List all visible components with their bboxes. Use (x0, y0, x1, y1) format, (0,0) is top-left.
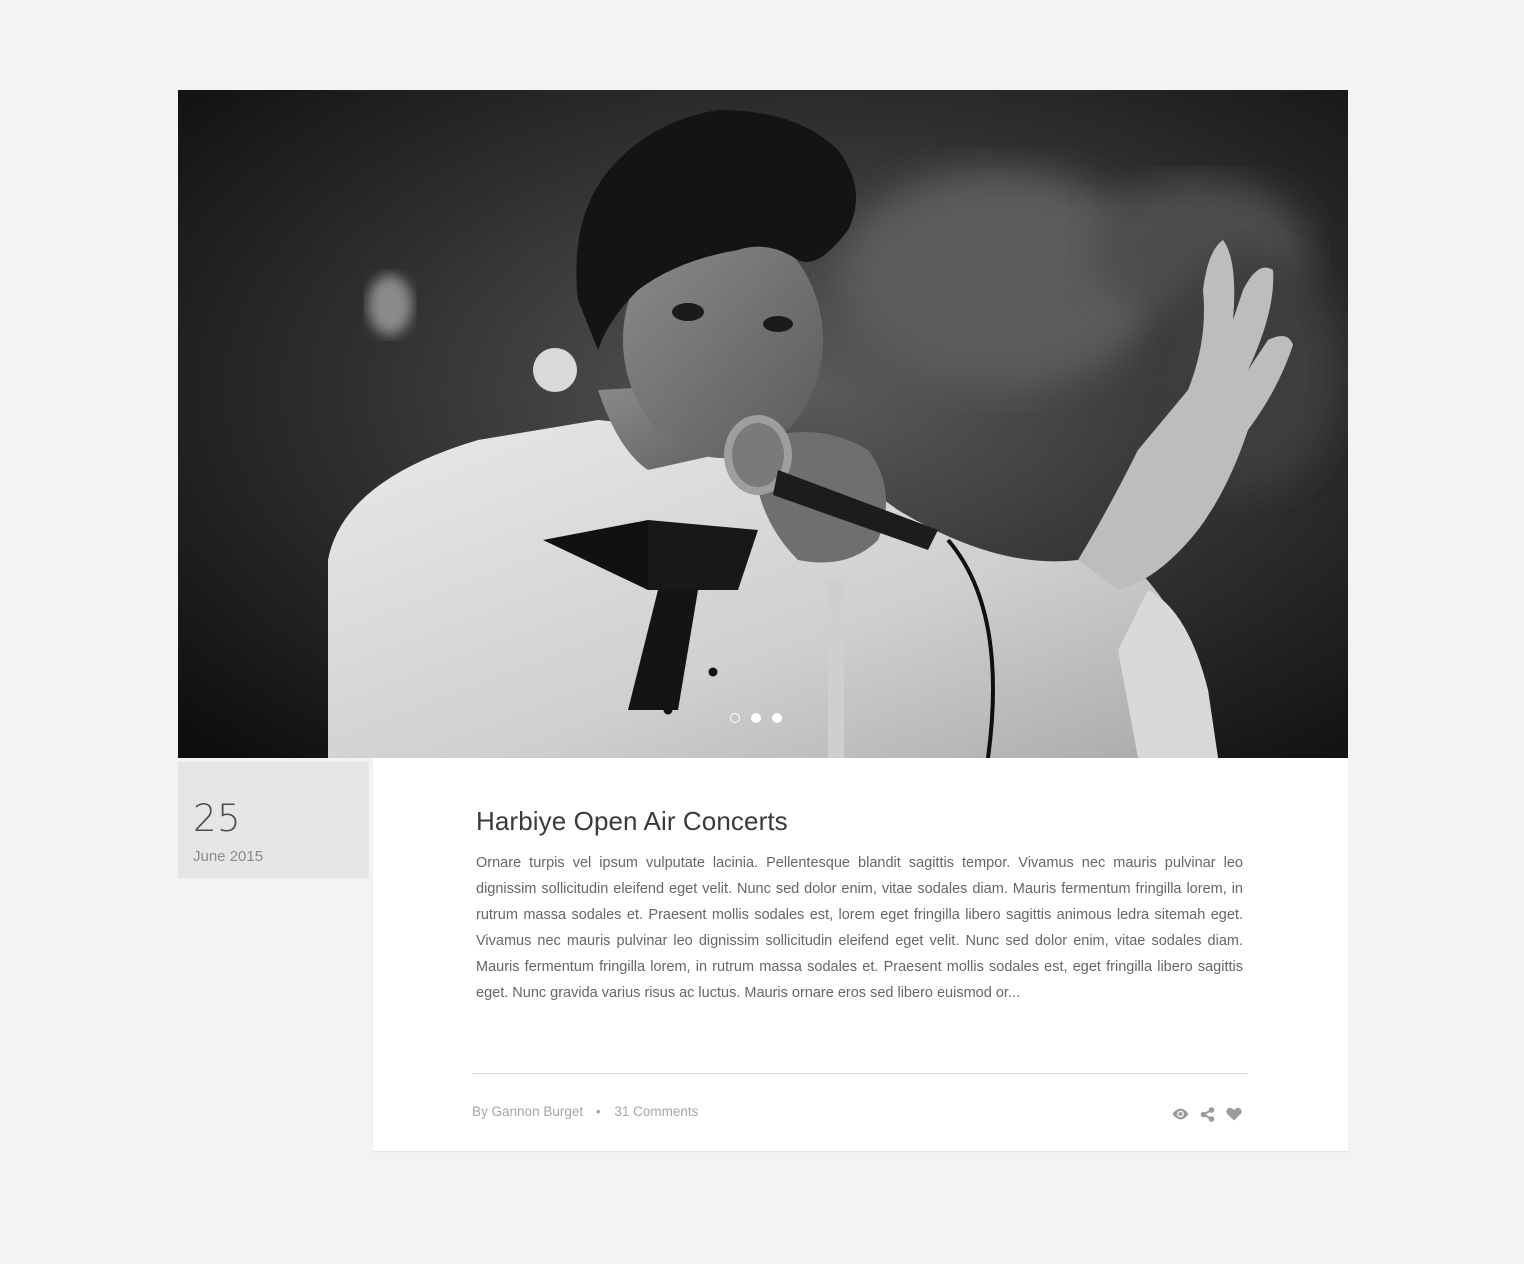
hero-slider[interactable] (178, 90, 1348, 758)
slider-dot[interactable] (750, 713, 761, 723)
slider-dot[interactable] (771, 713, 782, 723)
post-meta: By Gannon Burget • 31 Comments (472, 1103, 698, 1121)
post-card: Harbiye Open Air Concerts Ornare turpis … (373, 758, 1348, 1151)
post-title[interactable]: Harbiye Open Air Concerts (476, 804, 788, 838)
author-link[interactable]: Gannon Burget (492, 1104, 584, 1119)
meta-separator: • (595, 1104, 601, 1119)
slider-pagination (178, 713, 1348, 725)
share-icon (1200, 1106, 1214, 1122)
post-date-day: 25 (193, 797, 242, 840)
hero-photo (178, 90, 1348, 758)
author-prefix: By (472, 1104, 488, 1119)
heart-icon (1226, 1107, 1242, 1121)
eye-icon (1172, 1108, 1188, 1120)
divider (472, 1073, 1248, 1074)
post-actions (1171, 1105, 1243, 1123)
post-date: 25 June 2015 (178, 762, 369, 878)
view-button[interactable] (1171, 1105, 1189, 1123)
like-button[interactable] (1225, 1105, 1243, 1123)
slider-dot[interactable] (729, 713, 740, 723)
share-button[interactable] (1198, 1105, 1216, 1123)
comments-link[interactable]: 31 Comments (614, 1104, 698, 1119)
post-date-month-year: June 2015 (193, 848, 264, 865)
post-excerpt: Ornare turpis vel ipsum vulputate lacini… (476, 855, 1243, 1001)
